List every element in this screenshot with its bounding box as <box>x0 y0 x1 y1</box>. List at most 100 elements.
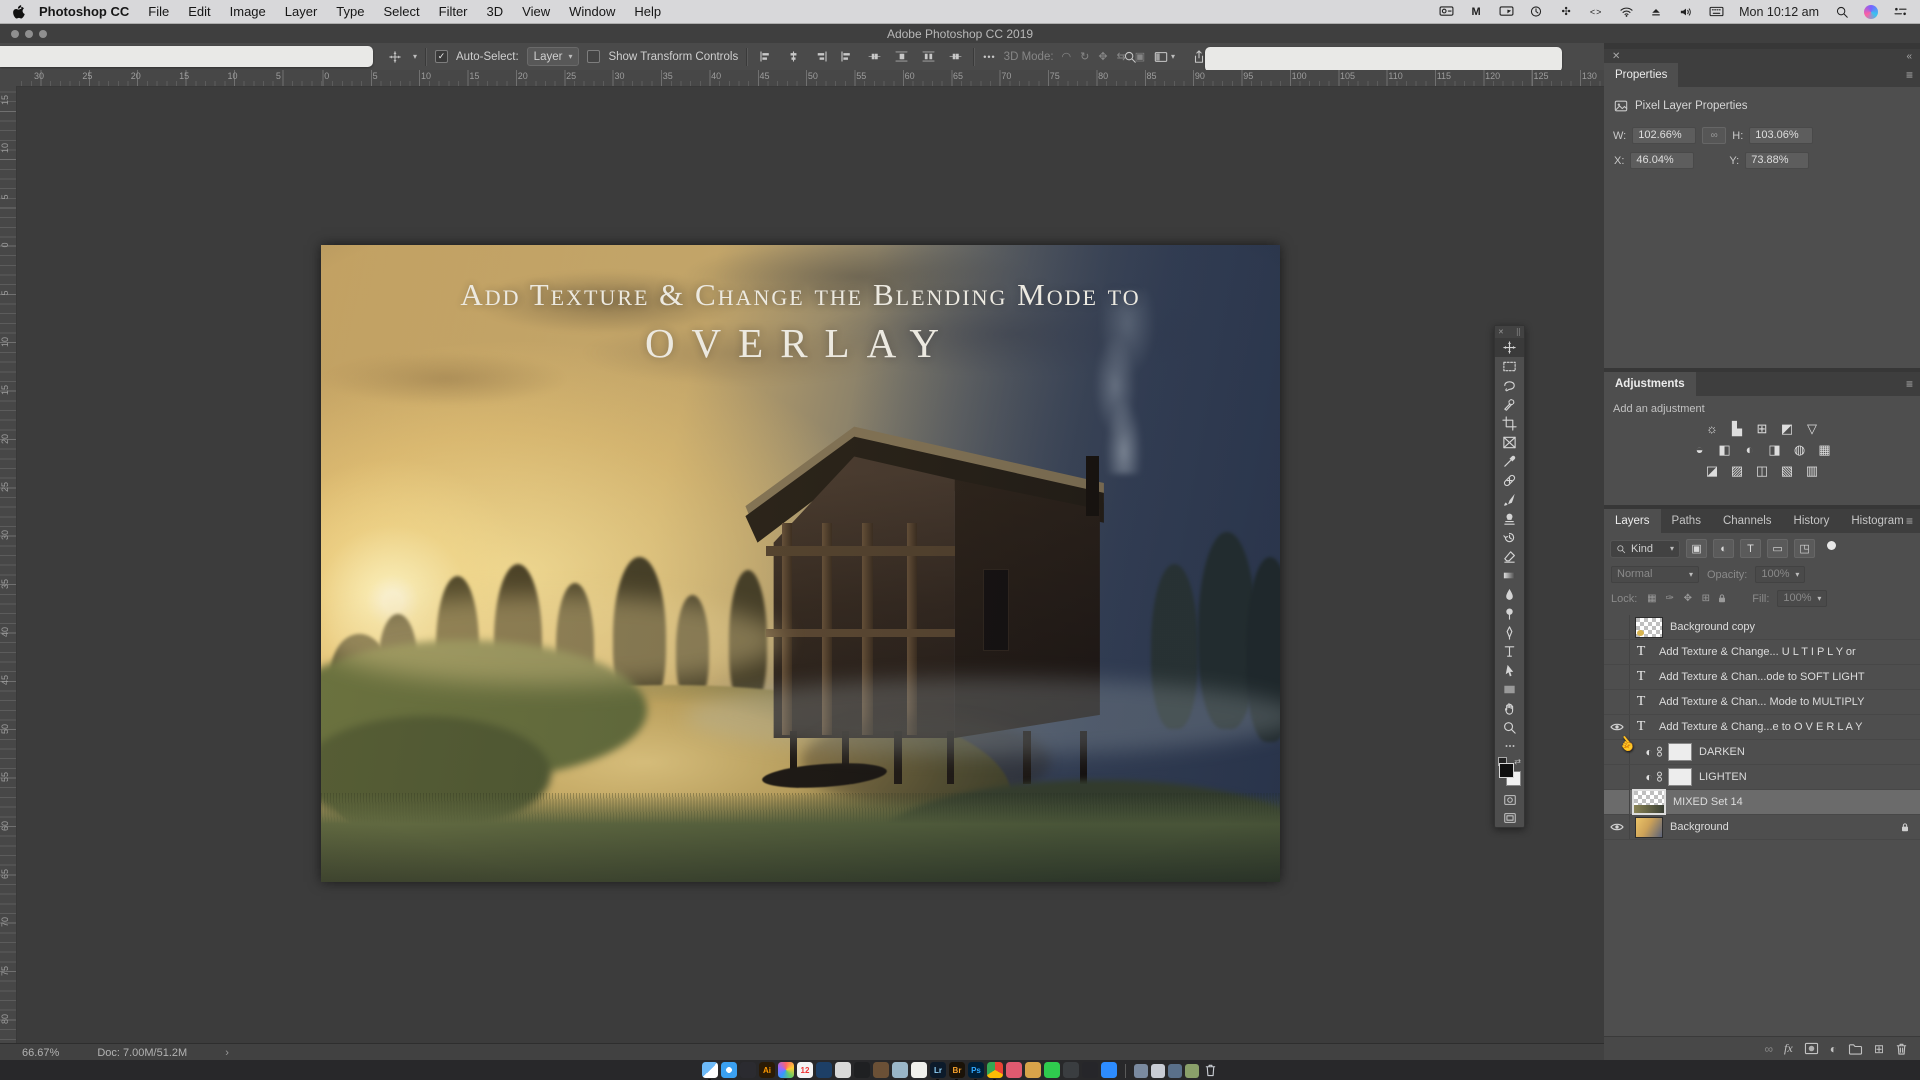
layer-effects-icon[interactable]: fx <box>1784 1041 1793 1056</box>
layer-group-icon[interactable] <box>1848 1043 1863 1055</box>
black-and-white-icon[interactable]: ◐ <box>1742 442 1757 457</box>
rectangle-tool[interactable] <box>1495 680 1524 699</box>
dock-app-blue-app[interactable] <box>816 1062 832 1078</box>
pen-tool[interactable] <box>1495 623 1524 642</box>
dock-stack-3[interactable] <box>1168 1064 1182 1078</box>
layer-row[interactable]: MIXED Set 14 <box>1604 790 1920 815</box>
layer-name[interactable]: LIGHTEN <box>1699 771 1920 783</box>
wifi-icon[interactable] <box>1618 5 1634 19</box>
align-left-edges-icon[interactable] <box>756 47 776 67</box>
toolbar-ellipsis-icon[interactable] <box>1495 737 1524 755</box>
levels-icon[interactable]: ▙ <box>1730 421 1745 436</box>
display-icon[interactable] <box>1438 5 1454 19</box>
rectangular-marquee-tool[interactable] <box>1495 357 1524 376</box>
layer-row[interactable]: TAdd Texture & Chang...e to O V E R L A … <box>1604 715 1920 740</box>
fill-field[interactable]: 100%▾ <box>1777 590 1827 607</box>
dock-app-safari[interactable] <box>721 1062 737 1078</box>
dock-app-notes[interactable] <box>835 1062 851 1078</box>
menu-edit[interactable]: Edit <box>188 4 210 19</box>
blur-tool[interactable] <box>1495 585 1524 604</box>
distribute-horizontal-icon[interactable] <box>918 47 938 67</box>
swap-colors-icon[interactable]: ⇄ <box>1514 757 1521 766</box>
show-transform-checkbox[interactable] <box>587 50 600 63</box>
lock-all-icon[interactable] <box>1717 593 1730 604</box>
menu-select[interactable]: Select <box>383 4 419 19</box>
dock-app-downloads-folder[interactable] <box>1025 1062 1041 1078</box>
dodge-tool[interactable] <box>1495 604 1524 623</box>
align-vertical-centers-icon[interactable] <box>864 47 884 67</box>
layer-row[interactable]: Background copy <box>1604 615 1920 640</box>
layer-row[interactable]: TAdd Texture & Chan... Mode to MULTIPLY <box>1604 690 1920 715</box>
history-brush-tool[interactable] <box>1495 528 1524 547</box>
volume-icon[interactable] <box>1678 5 1694 19</box>
curves-icon[interactable]: ⊞ <box>1755 421 1770 436</box>
layer-name[interactable]: DARKEN <box>1699 746 1920 758</box>
dock-app-finder[interactable] <box>702 1062 718 1078</box>
width-field[interactable]: 102.66% <box>1632 127 1696 144</box>
layer-name[interactable]: Add Texture & Chang...e to O V E R L A Y <box>1659 721 1920 733</box>
layer-thumbnail[interactable] <box>1635 617 1663 638</box>
dock-stack-2[interactable] <box>1151 1064 1165 1078</box>
3d-roll-icon[interactable]: ↻ <box>1080 50 1089 63</box>
tab-adjustments[interactable]: Adjustments <box>1604 372 1696 396</box>
panel-menu-icon[interactable]: ≡ <box>1906 377 1913 391</box>
foreground-color-swatch[interactable] <box>1499 763 1514 778</box>
gradient-map-icon[interactable]: ▧ <box>1780 463 1795 478</box>
color-lookup-icon[interactable]: ▦ <box>1817 442 1832 457</box>
layer-thumbnail[interactable] <box>1632 789 1666 815</box>
layer-thumbnail[interactable] <box>1635 817 1663 838</box>
filter-toggle-icon[interactable] <box>1827 541 1836 550</box>
hand-tool[interactable] <box>1495 699 1524 718</box>
shape-layer-filter-icon[interactable]: ▭ <box>1767 539 1788 558</box>
brush-tool[interactable] <box>1495 490 1524 509</box>
align-top-edges-icon[interactable] <box>837 47 857 67</box>
menu-image[interactable]: Image <box>230 4 266 19</box>
dock-app-pink-app[interactable] <box>1006 1062 1022 1078</box>
layer-name[interactable]: Add Texture & Chan... Mode to MULTIPLY <box>1659 696 1920 708</box>
spot-healing-brush-tool[interactable] <box>1495 471 1524 490</box>
layer-visibility-toggle[interactable] <box>1604 690 1630 714</box>
hue-saturation-icon[interactable]: ◒ <box>1692 442 1707 457</box>
eject-icon[interactable] <box>1648 5 1664 19</box>
layer-visibility-toggle[interactable] <box>1604 765 1630 789</box>
align-horizontal-centers-icon[interactable] <box>783 47 803 67</box>
adjustment-layer-filter-icon[interactable]: ◐ <box>1713 539 1734 558</box>
dock-app-photoshop[interactable]: Ps <box>968 1062 984 1078</box>
dock-app-folder-app[interactable] <box>873 1062 889 1078</box>
tab-layers[interactable]: Layers <box>1604 509 1661 533</box>
panel-menu-icon[interactable]: ≡ <box>1906 68 1913 82</box>
dock-stack-1[interactable] <box>1134 1064 1148 1078</box>
menu-layer[interactable]: Layer <box>285 4 318 19</box>
dock-app-chrome[interactable] <box>987 1062 1003 1078</box>
search-icon[interactable] <box>1120 47 1140 67</box>
channel-mixer-icon[interactable]: ◍ <box>1792 442 1807 457</box>
tab-channels[interactable]: Channels <box>1712 509 1783 533</box>
layer-row[interactable]: TAdd Texture & Chan...ode to SOFT LIGHT <box>1604 665 1920 690</box>
menu-filter[interactable]: Filter <box>439 4 468 19</box>
path-selection-tool[interactable] <box>1495 661 1524 680</box>
link-layers-icon[interactable]: ∞ <box>1764 1042 1773 1056</box>
dock-app-bridge[interactable]: Br <box>949 1062 965 1078</box>
frame-tool[interactable] <box>1495 433 1524 452</box>
input-source-icon[interactable] <box>1708 5 1724 19</box>
close-icon[interactable]: ✕ <box>1498 328 1504 336</box>
new-layer-icon[interactable]: ⊞ <box>1874 1042 1884 1056</box>
exposure-icon[interactable]: ◩ <box>1780 421 1795 436</box>
photo-filter-icon[interactable]: ◨ <box>1767 442 1782 457</box>
dock-app-camera-app[interactable] <box>854 1062 870 1078</box>
menu-photoshop-cc[interactable]: Photoshop CC <box>39 4 129 19</box>
align-bottom-edges-icon[interactable] <box>891 47 911 67</box>
notification-center-icon[interactable] <box>1892 5 1908 19</box>
crop-tool[interactable] <box>1495 414 1524 433</box>
screen-share-icon[interactable] <box>1498 5 1514 19</box>
pixel-layer-filter-icon[interactable]: ▣ <box>1686 539 1707 558</box>
code-menu-icon[interactable]: <> <box>1588 5 1604 19</box>
tools-palette-header[interactable]: ✕⣿ <box>1495 326 1524 338</box>
layer-filter-kind-dropdown[interactable]: Kind▾ <box>1610 540 1680 558</box>
posterize-icon[interactable]: ▨ <box>1730 463 1745 478</box>
spotlight-icon[interactable] <box>1834 5 1850 19</box>
layer-row[interactable]: TAdd Texture & Change... U L T I P L Y o… <box>1604 640 1920 665</box>
zoom-level[interactable]: 66.67% <box>22 1047 59 1059</box>
smart-object-filter-icon[interactable]: ◳ <box>1794 539 1815 558</box>
vertical-ruler[interactable]: 1510505101520253035404550556065707580 <box>0 86 17 1043</box>
